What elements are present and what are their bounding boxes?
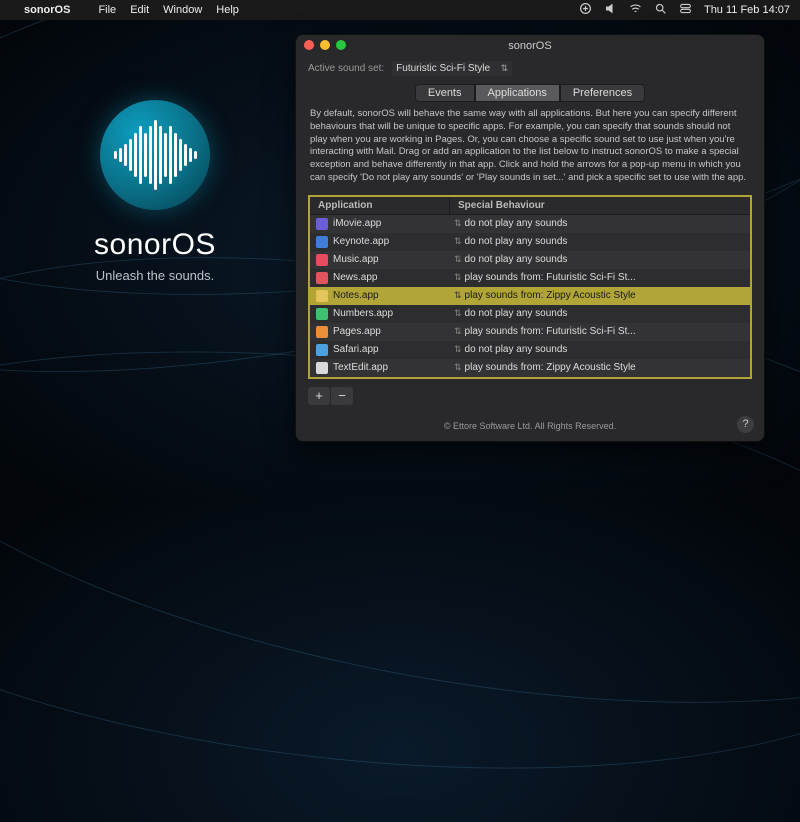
menubar: sonorOS File Edit Window Help Thu 11 Feb 14… [0, 0, 800, 20]
app-name: Keynote.app [333, 236, 389, 247]
app-icon [316, 308, 328, 320]
app-icon [316, 362, 328, 374]
behaviour-popup-icon[interactable]: ⇅ [454, 362, 462, 373]
menu-edit[interactable]: Edit [130, 4, 149, 16]
app-icon [316, 254, 328, 266]
tab-bar: EventsApplicationsPreferences [296, 84, 764, 102]
brand-tagline: Unleash the sounds. [96, 268, 215, 283]
description-text: By default, sonorOS will behave the same… [296, 108, 764, 195]
app-name: Pages.app [333, 326, 381, 337]
soundset-label: Active sound set: [308, 63, 384, 74]
search-icon[interactable] [654, 2, 667, 18]
behaviour-text: do not play any sounds [465, 308, 568, 319]
footer-copyright: © Ettore Software Ltd. All Rights Reserv… [444, 421, 616, 431]
app-name: Notes.app [333, 290, 379, 301]
logo-wave-bar [159, 126, 162, 184]
behaviour-popup-icon[interactable]: ⇅ [454, 236, 462, 247]
app-name: iMovie.app [333, 218, 381, 229]
control-center-icon[interactable] [679, 2, 692, 18]
column-header-application[interactable]: Application [310, 197, 450, 214]
logo-wave-bar [184, 144, 187, 166]
table-row[interactable]: Notes.app ⇅play sounds from: Zippy Acoust… [310, 287, 750, 305]
app-icon [316, 272, 328, 284]
behaviour-text: play sounds from: Zippy Acoustic Style [465, 290, 636, 301]
soundset-select[interactable]: Futuristic Sci-Fi Style [392, 61, 512, 76]
logo-wave-bar [139, 126, 142, 184]
table-row[interactable]: Safari.app ⇅do not play any sounds [310, 341, 750, 359]
minimize-button[interactable] [320, 40, 330, 50]
behaviour-popup-icon[interactable]: ⇅ [454, 272, 462, 283]
remove-button[interactable]: − [331, 387, 353, 405]
app-icon [316, 326, 328, 338]
menu-help[interactable]: Help [216, 4, 239, 16]
app-icon [316, 290, 328, 302]
logo-wave-bar [194, 151, 197, 159]
table-row[interactable]: iMovie.app ⇅do not play any sounds [310, 215, 750, 233]
logo-wave-bar [149, 126, 152, 184]
volume-icon[interactable] [604, 2, 617, 18]
table-row[interactable]: Pages.app ⇅play sounds from: Futuristic S… [310, 323, 750, 341]
table-row[interactable]: Keynote.app ⇅do not play any sounds [310, 233, 750, 251]
behaviour-popup-icon[interactable]: ⇅ [454, 218, 462, 229]
logo-wave-bar [119, 148, 122, 162]
app-icon [316, 236, 328, 248]
logo-wave-bar [134, 133, 137, 177]
tab-preferences[interactable]: Preferences [560, 84, 645, 102]
behaviour-popup-icon[interactable]: ⇅ [454, 344, 462, 355]
behaviour-popup-icon[interactable]: ⇅ [454, 308, 462, 319]
logo-wave-bar [164, 133, 167, 177]
menu-window[interactable]: Window [163, 4, 202, 16]
behaviour-text: do not play any sounds [465, 236, 568, 247]
logo-wave-bar [114, 151, 117, 159]
behaviour-popup-icon[interactable]: ⇅ [454, 254, 462, 265]
logo-wave-bar [169, 126, 172, 184]
close-button[interactable] [304, 40, 314, 50]
behaviour-text: do not play any sounds [465, 344, 568, 355]
logo-wave-bar [179, 139, 182, 171]
wifi-icon[interactable] [629, 2, 642, 18]
logo-wave-bar [174, 133, 177, 177]
app-name: Numbers.app [333, 308, 393, 319]
help-button[interactable]: ? [737, 416, 754, 433]
behaviour-text: do not play any sounds [465, 218, 568, 229]
logo-wave-bar [189, 148, 192, 162]
behaviour-text: play sounds from: Zippy Acoustic Style [465, 362, 636, 373]
column-header-behaviour[interactable]: Special Behaviour [450, 197, 750, 214]
brand-title: sonorOS [94, 228, 216, 262]
behaviour-popup-icon[interactable]: ⇅ [454, 290, 462, 301]
add-button[interactable]: + [308, 387, 330, 405]
table-row[interactable]: News.app ⇅play sounds from: Futuristic Sc… [310, 269, 750, 287]
logo-wave-bar [154, 120, 157, 190]
status-icon-1[interactable] [579, 2, 592, 18]
logo-wave-bar [144, 133, 147, 177]
app-logo [100, 100, 210, 210]
app-name: TextEdit.app [333, 362, 388, 373]
zoom-button[interactable] [336, 40, 346, 50]
app-name: Safari.app [333, 344, 379, 355]
titlebar[interactable]: sonorOS [296, 35, 764, 57]
menubar-clock[interactable]: Thu 11 Feb 14:07 [704, 4, 790, 16]
table-row[interactable]: Numbers.app ⇅do not play any sounds [310, 305, 750, 323]
behaviour-text: play sounds from: Futuristic Sci-Fi St..… [465, 326, 636, 337]
logo-wave-bar [124, 144, 127, 166]
app-icon [316, 218, 328, 230]
behaviour-popup-icon[interactable]: ⇅ [454, 326, 462, 337]
preferences-window: sonorOS Active sound set: Futuristic Sci… [295, 34, 765, 442]
menu-file[interactable]: File [98, 4, 116, 16]
tab-events[interactable]: Events [415, 84, 475, 102]
table-row[interactable]: Music.app ⇅do not play any sounds [310, 251, 750, 269]
behaviour-text: play sounds from: Futuristic Sci-Fi St..… [465, 272, 636, 283]
brand-panel: sonorOS Unleash the sounds. [45, 100, 265, 283]
table-row[interactable]: TextEdit.app ⇅play sounds from: Zippy Aco… [310, 359, 750, 377]
app-name: Music.app [333, 254, 379, 265]
app-name: News.app [333, 272, 377, 283]
tab-applications[interactable]: Applications [475, 84, 560, 102]
window-title: sonorOS [508, 40, 551, 52]
app-icon [316, 344, 328, 356]
behaviour-text: do not play any sounds [465, 254, 568, 265]
logo-wave-bar [129, 139, 132, 171]
applications-table: Application Special Behaviour iMovie.app… [308, 195, 752, 379]
menubar-app-name[interactable]: sonorOS [24, 4, 70, 16]
